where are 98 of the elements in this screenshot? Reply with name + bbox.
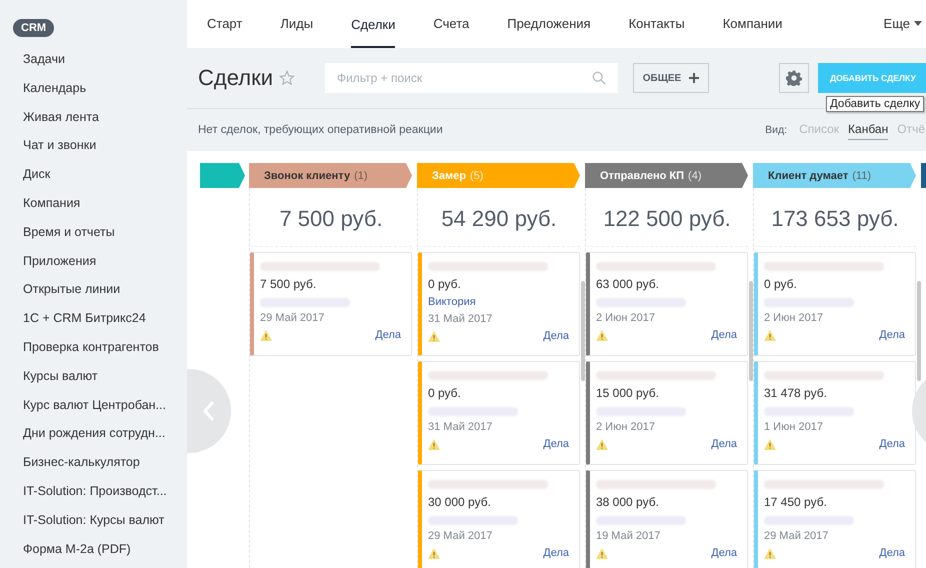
activities-link[interactable]: Дела [543,438,569,450]
deal-date: 31 Май 2017 [428,312,494,327]
activities-link[interactable]: Дела [711,329,737,341]
sidebar-item[interactable]: Курс валют Центробан... [0,390,187,420]
sidebar-item[interactable]: Диск [0,160,187,189]
deal-card[interactable]: 63 000 руб. 2 Июн 2017 Дела [586,252,748,356]
caret-icon [914,20,922,26]
deal-amount: 31 478 руб. [764,385,828,402]
deal-date: 1 Июн 2017 [764,420,824,435]
stage-total: 7 500 руб. [250,188,412,247]
deal-amount: 63 000 руб. [596,276,660,293]
activities-link[interactable]: Дела [543,547,569,559]
sidebar-item[interactable]: Проверка контрагентов [0,332,187,362]
stage-count: (4) [688,170,702,182]
deal-date: 2 Июн 2017 [764,311,824,326]
deal-date: 2 Июн 2017 [596,311,656,326]
crm-badge[interactable]: CRM [13,19,54,37]
stage-total: 122 500 руб. [586,188,748,247]
plus-icon [689,73,700,83]
nav-tab[interactable]: Компании [722,0,782,48]
deal-date: 29 Май 2017 [260,311,326,326]
activities-link[interactable]: Дела [711,438,737,450]
nav-tab[interactable]: Старт [207,0,242,48]
stage-count: (11) [852,170,871,182]
filter-button[interactable]: ОБЩЕЕ [632,63,709,93]
page-title: Сделки [198,65,273,91]
stage-count: (1) [354,170,368,182]
deal-amount: 0 руб. [764,276,798,293]
nav-tab[interactable]: Контакты [628,0,685,48]
nav-tab[interactable]: Лиды [280,0,314,48]
deal-card[interactable]: 0 руб. 31 Май 2017 Дела [418,361,580,465]
sidebar-item[interactable]: Задачи [0,45,187,74]
stage-header[interactable]: Отправлено КП (4) [585,163,748,188]
deal-card[interactable]: 30 000 руб. 29 Май 2017 Дела [418,470,580,568]
chevron-left-icon [203,400,215,422]
sidebar-item[interactable]: Форма М-2а (PDF) [0,534,187,564]
scrollbar[interactable] [581,281,585,381]
deal-amount: 15 000 руб. [596,385,660,402]
sidebar-item[interactable]: 1С + CRM Битрикс24 [0,304,187,333]
stage-header[interactable]: Звонок клиенту (1) [249,163,412,188]
sidebar-item[interactable]: IT-Solution: Курсы валют [0,506,187,535]
sidebar-item[interactable]: Чат и звонки [0,131,187,160]
activities-link[interactable]: Дела [879,438,905,450]
deal-amount: 7 500 руб. [260,276,318,293]
scrollbar[interactable] [749,281,753,381]
stage-count: (5) [470,170,484,182]
sidebar-item[interactable]: Открытые линии [0,275,187,304]
search-field[interactable]: Фильтр + поиск [324,63,618,93]
deal-amount: 30 000 руб. [428,494,492,511]
sidebar-item[interactable]: Курсы валют [0,362,187,391]
stage-name: Отправлено КП [600,170,684,182]
stage-total: 173 653 руб. [754,188,916,247]
stage-name: Клиент думает [768,170,848,182]
deal-amount: 0 руб. [428,276,462,293]
deal-amount: 0 руб. [428,385,462,402]
sidebar-item[interactable]: Бизнес-калькулятор [0,448,187,477]
deal-card[interactable]: 17 450 руб. 29 Май 2017 Дела [754,470,916,568]
stage-header[interactable]: Клиент думает (11) [753,163,916,188]
deal-date: 29 Май 2017 [428,529,494,544]
deal-date: 19 Май 2017 [596,529,662,544]
deal-card[interactable]: 38 000 руб. 19 Май 2017 Дела [586,470,748,568]
nav-tab[interactable]: Счета [433,0,470,48]
stage-total: 54 290 руб. [418,188,580,247]
activities-link[interactable]: Дела [375,329,401,341]
sidebar-item[interactable]: Живая лента [0,102,187,132]
stage-header[interactable] [200,163,245,188]
notice-text: Нет сделок, требующих оперативной реакции [198,124,443,136]
stage-name: Звонок клиенту [264,170,350,182]
nav-tab[interactable]: Предложения [507,0,591,48]
deal-card[interactable]: 7 500 руб. 29 Май 2017 Дела [250,252,412,356]
tooltip: Добавить сделку [826,96,924,112]
view-label: Вид: [765,124,788,136]
stage-name: Замер [432,170,466,182]
activities-link[interactable]: Дела [879,329,905,341]
deal-date: 29 Май 2017 [764,529,830,544]
nav-tab[interactable]: Сделки [351,0,396,48]
sidebar-item[interactable]: Время и отчеты [0,218,187,247]
deal-amount: 17 450 руб. [764,494,828,511]
more-menu[interactable]: Еще [884,0,926,48]
settings-icon [786,70,802,86]
deal-card[interactable]: 15 000 руб. 2 Июн 2017 Дела [586,361,748,465]
sidebar-item[interactable]: Приложения [0,246,187,276]
deal-date: 31 Май 2017 [428,420,494,435]
sidebar-item[interactable]: Компания [0,188,187,218]
contact-link[interactable]: Виктория [428,294,569,310]
deal-date: 2 Июн 2017 [596,420,656,435]
settings-button[interactable] [779,63,809,93]
sidebar-item[interactable]: Дни рождения сотрудн... [0,419,187,448]
search-icon [592,71,606,85]
view-tab[interactable]: Канбан [848,119,888,140]
sidebar-item[interactable]: IT-Solution: Производст... [0,476,187,506]
deal-card[interactable]: 0 руб. 2 Июн 2017 Дела [754,252,916,356]
star-icon[interactable] [278,70,295,86]
activities-link[interactable]: Дела [711,547,737,559]
activities-link[interactable]: Дела [543,330,569,342]
deal-amount: 38 000 руб. [596,494,660,511]
sidebar-item[interactable]: Календарь [0,74,187,103]
activities-link[interactable]: Дела [879,547,905,559]
